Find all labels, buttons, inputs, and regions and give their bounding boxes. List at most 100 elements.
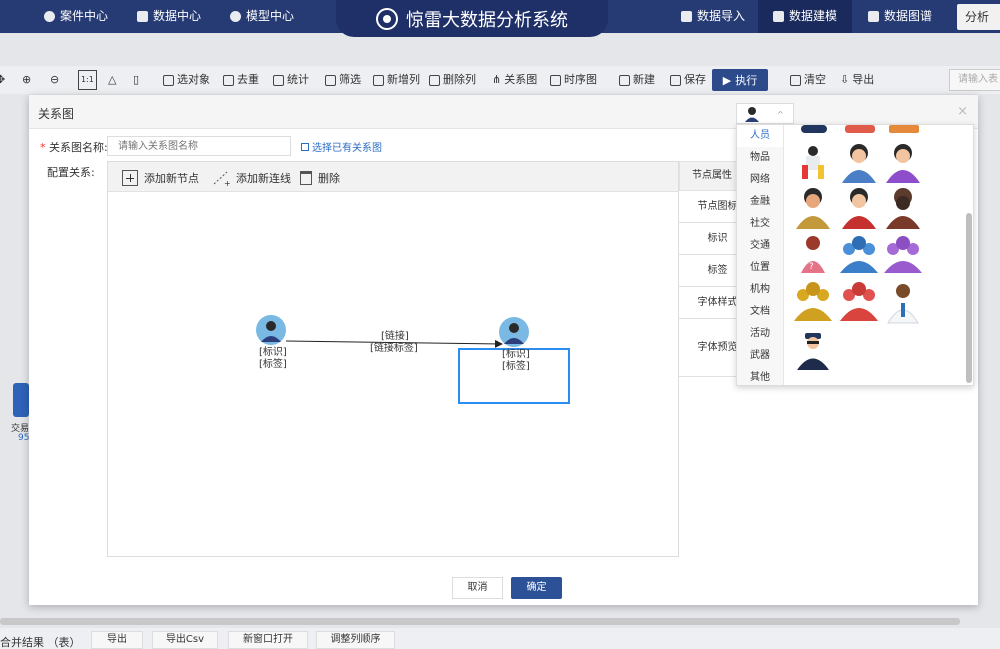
category-organization[interactable]: 机构 <box>737 279 784 301</box>
category-weapon[interactable]: 武器 <box>737 345 784 367</box>
nav-analysis-label: 分析 <box>965 10 990 24</box>
category-items[interactable]: 物品 <box>737 147 784 169</box>
edge-label-line1: [链接] <box>381 331 409 342</box>
category-social[interactable]: 社交 <box>737 213 784 235</box>
icon-grid: ? <box>794 125 922 370</box>
app-title: 惊雷大数据分析系统 <box>406 9 568 31</box>
dedup-icon <box>223 74 234 86</box>
close-icon[interactable]: × <box>957 104 968 119</box>
timeline-button[interactable]: 时序图 <box>550 71 597 89</box>
group-gold-icon[interactable] <box>794 282 832 321</box>
police-officer-icon[interactable] <box>797 333 829 370</box>
partial-person-icon[interactable] <box>801 125 827 133</box>
split-button[interactable]: ▯ <box>133 71 139 89</box>
icon-picker-scrollbar[interactable] <box>966 213 972 383</box>
filter-label: 筛选 <box>339 73 361 86</box>
stats-button[interactable]: 统计 <box>273 71 309 89</box>
nav-case-center-label: 案件中心 <box>60 9 109 23</box>
layout-icon: △ <box>108 73 117 86</box>
man-red-icon[interactable] <box>842 188 876 229</box>
add-column-icon <box>373 74 384 86</box>
zoom-in-button[interactable]: ⊕ <box>22 71 31 89</box>
group-purple-icon[interactable] <box>884 236 922 273</box>
zoom-in-icon: ⊕ <box>22 73 32 86</box>
zoom-out-icon: ⊖ <box>50 73 60 86</box>
category-other[interactable]: 其他 <box>737 367 784 385</box>
new-icon <box>619 74 630 86</box>
nav-data-import-label: 数据导入 <box>697 9 746 23</box>
new-button[interactable]: 新建 <box>619 71 655 89</box>
edge-label-line2: [链接标签] <box>370 343 418 354</box>
bearded-man-icon[interactable] <box>886 188 920 229</box>
layout-button[interactable]: △ <box>108 71 116 89</box>
confirm-button[interactable]: 确定 <box>511 577 562 599</box>
nav-data-modeling[interactable]: 数据建模 <box>758 0 852 33</box>
category-finance[interactable]: 金融 <box>737 191 784 213</box>
cube-icon <box>230 11 241 22</box>
export-label: 导出 <box>852 73 875 86</box>
move-tool[interactable]: ✥ <box>0 71 5 89</box>
traveler-icon[interactable] <box>802 146 824 179</box>
nav-data-import[interactable]: 数据导入 <box>681 0 745 33</box>
side-card-count: 95 <box>18 433 30 443</box>
nav-analysis-button[interactable]: 分析 <box>957 4 1000 30</box>
category-document[interactable]: 文档 <box>737 301 784 323</box>
nav-data-graph[interactable]: 数据图谱 <box>868 0 932 33</box>
person-node-2-icon[interactable] <box>499 317 529 347</box>
nav-case-center[interactable]: 案件中心 <box>44 0 108 33</box>
table-card-icon[interactable] <box>13 383 29 417</box>
graph-name-label-wrap: * 关系图名称: <box>40 139 108 155</box>
graph-name-label: 关系图名称: <box>49 141 108 154</box>
modeling-icon <box>772 11 784 22</box>
execute-label: 执行 <box>735 74 758 87</box>
export-button[interactable]: ⇩ 导出 <box>840 71 874 89</box>
graph-canvas[interactable]: 添加新节点 + 添加新连线 删除 [标识] [标签] [链接] [链接标签] [… <box>107 161 679 557</box>
horizontal-scrollbar[interactable] <box>0 618 960 625</box>
unknown-person-icon[interactable]: ? <box>801 236 825 273</box>
table-search-input[interactable]: 请输入表 <box>949 69 1000 91</box>
clear-button[interactable]: 清空 <box>790 71 826 89</box>
add-column-button[interactable]: 新增列 <box>373 71 420 89</box>
node-icon-select[interactable]: ^ <box>736 103 794 124</box>
doctor-icon[interactable] <box>887 284 919 324</box>
group-red-icon[interactable] <box>840 282 878 321</box>
save-button[interactable]: 保存 <box>670 71 706 89</box>
zoom-out-button[interactable]: ⊖ <box>50 71 59 89</box>
man-purple-icon[interactable] <box>886 144 920 183</box>
adjust-column-order-button[interactable]: 调整列顺序 <box>316 631 395 649</box>
nav-data-center[interactable]: 数据中心 <box>137 0 201 33</box>
cancel-button[interactable]: 取消 <box>452 577 503 599</box>
man-blue-icon[interactable] <box>842 144 876 183</box>
pick-existing-label: 选择已有关系图 <box>312 143 382 154</box>
filter-button[interactable]: 筛选 <box>325 71 361 89</box>
bottom-export-csv-button[interactable]: 导出Csv <box>152 631 218 649</box>
app-title-tab: 惊雷大数据分析系统 <box>336 0 608 37</box>
category-traffic[interactable]: 交通 <box>737 235 784 257</box>
partial-object-icon[interactable] <box>889 125 919 133</box>
pick-existing-link[interactable]: 选择已有关系图 <box>301 139 382 154</box>
open-new-window-button[interactable]: 新窗口打开 <box>228 631 308 649</box>
man-gold-icon[interactable] <box>796 188 830 229</box>
execute-button[interactable]: ▶ 执行 <box>712 69 768 91</box>
icon-picker-dropdown: 人员 物品 网络 金融 社交 交通 位置 机构 文档 活动 武器 其他 ? <box>736 124 974 386</box>
category-network[interactable]: 网络 <box>737 169 784 191</box>
category-location[interactable]: 位置 <box>737 257 784 279</box>
category-activity[interactable]: 活动 <box>737 323 784 345</box>
relation-graph-button[interactable]: ⋔ 关系图 <box>492 71 537 89</box>
dedup-button[interactable]: 去重 <box>223 71 259 89</box>
partial-group-icon[interactable] <box>845 125 875 133</box>
group-blue-icon[interactable] <box>840 236 878 273</box>
category-person[interactable]: 人员 <box>737 125 784 147</box>
person-node-1-icon[interactable] <box>256 315 286 345</box>
merge-result-label: 合并结果 （表） <box>0 636 81 649</box>
select-object-button[interactable]: 选对象 <box>163 71 210 89</box>
graph-icon <box>868 11 879 22</box>
person-select-icon: ^ <box>745 107 784 122</box>
actual-size-button[interactable]: 1:1 <box>78 70 97 90</box>
split-icon: ▯ <box>133 73 140 86</box>
graph-name-input[interactable] <box>107 136 291 156</box>
nav-model-center[interactable]: 模型中心 <box>230 0 294 33</box>
bottom-export-button[interactable]: 导出 <box>91 631 143 649</box>
config-label: 配置关系: <box>47 166 95 179</box>
delete-column-button[interactable]: 删除列 <box>429 71 476 89</box>
